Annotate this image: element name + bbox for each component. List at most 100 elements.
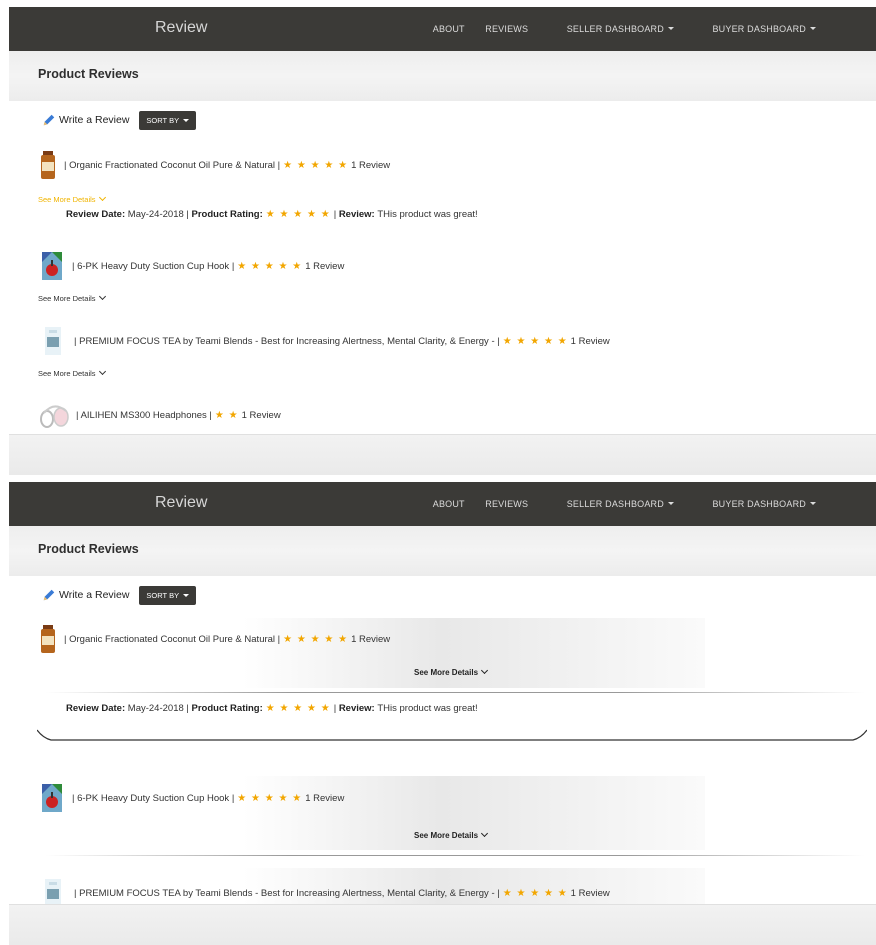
write-review-button[interactable]: Write a Review: [42, 588, 129, 602]
review-date: May-24-2018: [127, 703, 184, 714]
caret-down-icon: [183, 118, 190, 122]
product-name: | 6-PK Heavy Duty Suction Cup Hook |: [72, 792, 235, 804]
brand-link[interactable]: Review: [155, 19, 207, 37]
navbar: Review ABOUT REVIEWS SELLER DASHBOARD BU…: [9, 7, 876, 51]
nav-seller-dashboard[interactable]: SELLER DASHBOARD: [549, 24, 674, 34]
review-count: 1 Review: [241, 409, 281, 421]
nav-about[interactable]: ABOUT: [433, 24, 465, 34]
screenshot-panel-expanded: Review ABOUT REVIEWS SELLER DASHBOARD BU…: [9, 482, 876, 945]
separator: |: [333, 209, 337, 220]
see-more-details-link[interactable]: See More Details: [38, 367, 106, 378]
caret-down-icon: [183, 593, 190, 597]
product-name: | Organic Fractionated Coconut Oil Pure …: [64, 633, 281, 645]
page-header: Product Reviews: [9, 51, 876, 101]
nav-reviews[interactable]: REVIEWS: [485, 499, 528, 509]
page-title: Product Reviews: [38, 67, 139, 81]
chevron-down-icon: [98, 193, 106, 202]
nav-about[interactable]: ABOUT: [433, 499, 465, 509]
caret-down-icon: [810, 27, 816, 30]
caret-down-icon: [667, 27, 674, 30]
see-more-details-link[interactable]: See More Details: [38, 193, 106, 204]
chevron-down-icon: [98, 367, 106, 376]
nav-buyer-label: BUYER DASHBOARD: [712, 499, 806, 509]
screenshot-panel-collapsed: Review ABOUT REVIEWS SELLER DASHBOARD BU…: [9, 7, 876, 475]
product-name: | PREMIUM FOCUS TEA by Teami Blends - Be…: [74, 887, 500, 899]
product-rating-label: Product Rating:: [191, 209, 263, 220]
separator: |: [333, 703, 337, 714]
write-review-label: Write a Review: [59, 589, 130, 601]
toolbar: Write a Review SORT BY: [42, 108, 197, 132]
star-rating: ★ ★ ★ ★ ★: [265, 209, 331, 220]
caret-down-icon: [810, 502, 816, 505]
nav-buyer-label: BUYER DASHBOARD: [712, 24, 806, 34]
review-date-label: Review Date:: [66, 703, 126, 714]
nav-links: ABOUT REVIEWS SELLER DASHBOARD BUYER DAS…: [415, 499, 816, 509]
see-more-details-link[interactable]: See More Details: [414, 829, 489, 840]
review-count: 1 Review: [305, 792, 345, 804]
product-row-headphones[interactable]: | AILIHEN MS300 Headphones | ★ ★ 1 Revie…: [38, 401, 281, 429]
product-row-focus-tea[interactable]: | PREMIUM FOCUS TEA by Teami Blends - Be…: [38, 327, 610, 355]
nav-reviews[interactable]: REVIEWS: [485, 24, 528, 34]
star-rating: ★ ★ ★ ★ ★: [502, 335, 568, 347]
brand-link[interactable]: Review: [155, 494, 207, 512]
star-rating: ★ ★ ★ ★ ★: [502, 887, 568, 899]
divider: [45, 692, 865, 693]
product-rating-label: Product Rating:: [191, 703, 263, 714]
see-more-details-link[interactable]: See More Details: [38, 292, 106, 303]
product-name: | AILIHEN MS300 Headphones |: [76, 409, 212, 421]
nav-buyer-dashboard[interactable]: BUYER DASHBOARD: [694, 24, 816, 34]
focus-tea-thumbnail: [45, 879, 61, 907]
star-rating: ★ ★ ★ ★ ★: [283, 159, 349, 171]
nav-buyer-dashboard[interactable]: BUYER DASHBOARD: [694, 499, 816, 509]
coconut-oil-thumbnail: [41, 151, 55, 179]
headphones-thumbnail: [40, 405, 69, 428]
write-review-label: Write a Review: [59, 114, 130, 126]
review-count: 1 Review: [570, 335, 610, 347]
star-rating: ★ ★ ★ ★ ★: [237, 792, 303, 804]
sort-by-label: SORT BY: [146, 115, 180, 125]
star-rating: ★ ★ ★ ★ ★: [237, 260, 303, 272]
product-row-suction-hook[interactable]: | 6-PK Heavy Duty Suction Cup Hook | ★ ★…: [38, 252, 344, 280]
write-review-button[interactable]: Write a Review: [42, 113, 129, 127]
review-date: May-24-2018: [127, 209, 184, 220]
nav-seller-dashboard[interactable]: SELLER DASHBOARD: [549, 499, 674, 509]
review-count: 1 Review: [351, 633, 391, 645]
page-title: Product Reviews: [38, 542, 139, 556]
caret-down-icon: [667, 502, 674, 505]
nav-seller-label: SELLER DASHBOARD: [566, 499, 664, 509]
separator: |: [186, 209, 189, 220]
product-row-suction-hook[interactable]: | 6-PK Heavy Duty Suction Cup Hook | ★ ★…: [38, 784, 344, 812]
product-row-coconut-oil[interactable]: | Organic Fractionated Coconut Oil Pure …: [38, 625, 390, 653]
product-row-focus-tea[interactable]: | PREMIUM FOCUS TEA by Teami Blends - Be…: [38, 879, 610, 907]
sort-by-button[interactable]: SORT BY: [139, 585, 197, 605]
chevron-down-icon: [480, 829, 489, 838]
chevron-down-icon: [98, 292, 106, 301]
star-rating: ★ ★ ★ ★ ★: [265, 703, 331, 714]
see-more-label: See More Details: [38, 369, 96, 378]
page-header: Product Reviews: [9, 526, 876, 576]
suction-hook-thumbnail: [42, 784, 62, 812]
star-rating: ★ ★ ★ ★ ★: [283, 633, 349, 645]
review-label: Review:: [338, 209, 375, 220]
coconut-oil-thumbnail: [41, 625, 55, 653]
focus-tea-thumbnail: [45, 327, 61, 355]
page-footer: [9, 904, 876, 945]
review-detail: Review Date: May-24-2018 | Product Ratin…: [66, 209, 478, 220]
see-more-label: See More Details: [38, 294, 96, 303]
nav-links: ABOUT REVIEWS SELLER DASHBOARD BUYER DAS…: [415, 24, 816, 34]
product-row-coconut-oil[interactable]: | Organic Fractionated Coconut Oil Pure …: [38, 151, 390, 179]
see-more-label: See More Details: [38, 195, 96, 204]
review-count: 1 Review: [351, 159, 391, 171]
toolbar: Write a Review SORT BY: [42, 583, 197, 607]
review-bracket-divider: [37, 729, 867, 741]
review-count: 1 Review: [305, 260, 345, 272]
star-rating: ★ ★: [214, 409, 239, 421]
product-name: | 6-PK Heavy Duty Suction Cup Hook |: [72, 260, 235, 272]
divider: [45, 855, 865, 856]
review-text: THis product was great!: [377, 209, 478, 220]
chevron-down-icon: [480, 666, 489, 675]
sort-by-button[interactable]: SORT BY: [139, 110, 197, 130]
product-name: | PREMIUM FOCUS TEA by Teami Blends - Be…: [74, 335, 500, 347]
page-footer: [9, 434, 876, 475]
see-more-details-link[interactable]: See More Details: [414, 666, 489, 677]
